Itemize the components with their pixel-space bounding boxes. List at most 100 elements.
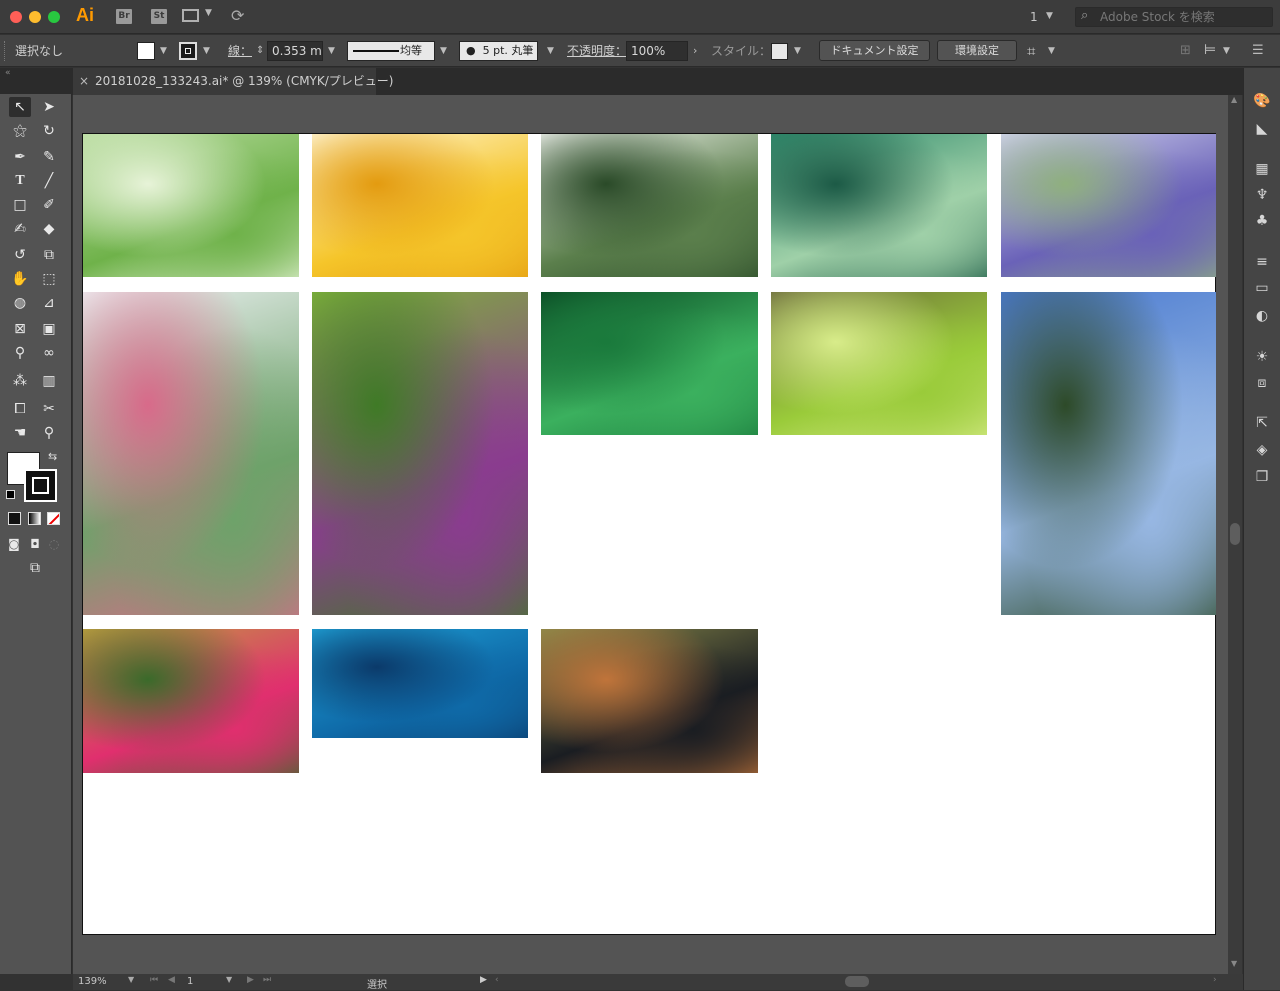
scroll-left-icon[interactable]: ‹ bbox=[495, 975, 499, 985]
opacity-input[interactable]: 100% bbox=[626, 41, 688, 61]
horizontal-scroll-thumb[interactable] bbox=[845, 976, 869, 987]
align-chevron-icon[interactable]: ▼ bbox=[1223, 35, 1230, 67]
chevron-down-icon[interactable]: ▼ bbox=[205, 8, 212, 18]
stroke-color-box[interactable] bbox=[24, 469, 57, 502]
stroke-weight-input[interactable]: 0.353 m bbox=[267, 41, 323, 61]
arrange-chevron-icon[interactable]: ▼ bbox=[1048, 35, 1055, 67]
previous-artboard-icon[interactable]: ◀ bbox=[168, 975, 175, 985]
fill-swatch[interactable] bbox=[137, 42, 155, 60]
transparency-icon[interactable]: ◐ bbox=[1253, 308, 1271, 324]
arrange-documents-icon[interactable] bbox=[182, 9, 199, 22]
layers-icon[interactable]: ◈ bbox=[1253, 442, 1271, 458]
scroll-right-icon[interactable]: › bbox=[1213, 975, 1217, 985]
graphic-styles-icon[interactable]: ⧈ bbox=[1253, 375, 1271, 391]
stroke-weight-chevron-icon[interactable]: ▼ bbox=[328, 35, 335, 67]
lasso-tool-icon[interactable]: ↻ bbox=[38, 121, 60, 141]
stock-search-input[interactable]: Adobe Stock を検索 bbox=[1075, 7, 1273, 27]
paintbrush-tool-icon[interactable]: ✐ bbox=[38, 195, 60, 215]
image-3[interactable] bbox=[541, 134, 758, 277]
image-8[interactable] bbox=[541, 292, 758, 435]
artboard-tool-icon[interactable]: ⧠ bbox=[9, 399, 31, 419]
gradient-tool-icon[interactable]: ▣ bbox=[38, 319, 60, 339]
blend-tool-icon[interactable]: ∞ bbox=[38, 343, 60, 363]
workspace-chevron-icon[interactable]: ▼ bbox=[1046, 11, 1053, 21]
symbols-icon[interactable]: ♣ bbox=[1253, 213, 1271, 229]
stroke-chevron-icon[interactable]: ▼ bbox=[203, 35, 210, 67]
panel-menu-icon[interactable]: ☰ bbox=[1252, 43, 1264, 58]
gradient-mode-icon[interactable] bbox=[28, 512, 41, 525]
document-setup-button[interactable]: ドキュメント設定 bbox=[819, 40, 930, 61]
next-artboard-icon[interactable]: ▶ bbox=[247, 975, 254, 985]
image-5[interactable] bbox=[1001, 134, 1216, 277]
style-swatch[interactable] bbox=[771, 43, 788, 60]
color-panel-icon[interactable]: 🎨 bbox=[1253, 93, 1271, 109]
stroke-profile-select[interactable]: 均等 bbox=[347, 41, 435, 61]
pen-tool-icon[interactable]: ✒ bbox=[9, 147, 31, 167]
image-6[interactable] bbox=[83, 292, 299, 615]
color-mode-icon[interactable] bbox=[8, 512, 21, 525]
swap-colors-icon[interactable]: ⇆ bbox=[48, 450, 57, 463]
style-chevron-icon[interactable]: ▼ bbox=[794, 35, 801, 67]
zoom-window-button[interactable] bbox=[48, 11, 60, 23]
eyedropper-tool-icon[interactable]: ⚲ bbox=[9, 343, 31, 363]
close-tab-icon[interactable]: × bbox=[79, 68, 89, 94]
close-window-button[interactable] bbox=[10, 11, 22, 23]
opacity-arrow-icon[interactable]: › bbox=[693, 35, 697, 67]
workspace-page-number[interactable]: 1 bbox=[1030, 10, 1038, 24]
direct-selection-tool-icon[interactable]: ➤ bbox=[38, 97, 60, 117]
artboard-chevron-icon[interactable]: ▼ bbox=[226, 975, 232, 984]
eraser-tool-icon[interactable]: ◆ bbox=[38, 219, 60, 239]
line-tool-icon[interactable]: ╱ bbox=[38, 171, 60, 191]
artboard-number[interactable]: 1 bbox=[187, 976, 193, 987]
image-9[interactable] bbox=[771, 292, 987, 435]
draw-normal-icon[interactable]: ◙ bbox=[3, 534, 25, 554]
image-11[interactable] bbox=[83, 629, 299, 773]
brush-chevron-icon[interactable]: ▼ bbox=[547, 35, 554, 67]
mesh-tool-icon[interactable]: ⊠ bbox=[9, 319, 31, 339]
stroke-stepper-icon[interactable]: ⇕ bbox=[256, 35, 264, 67]
scroll-up-icon[interactable]: ▲ bbox=[1231, 95, 1237, 104]
align-panel-icon[interactable]: ⊨ bbox=[1204, 42, 1216, 58]
fill-chevron-icon[interactable]: ▼ bbox=[160, 35, 167, 67]
free-transform-tool-icon[interactable]: ⬚ bbox=[38, 269, 60, 289]
none-mode-icon[interactable] bbox=[47, 512, 60, 525]
image-10[interactable] bbox=[1001, 292, 1216, 615]
stroke-swatch[interactable] bbox=[179, 42, 197, 60]
magic-wand-tool-icon[interactable]: ⚝ bbox=[9, 121, 31, 141]
hand-tool-icon[interactable]: ☚ bbox=[9, 423, 31, 443]
selection-tool-icon[interactable]: ↖ bbox=[9, 97, 31, 117]
curvature-tool-icon[interactable]: ✎ bbox=[38, 147, 60, 167]
export-icon[interactable]: ⇱ bbox=[1253, 415, 1271, 431]
image-13[interactable] bbox=[541, 629, 758, 773]
default-colors-icon[interactable] bbox=[6, 490, 15, 499]
appearance-icon[interactable]: ☀ bbox=[1253, 349, 1271, 365]
color-guide-icon[interactable]: ◣ bbox=[1253, 121, 1271, 137]
artboard[interactable] bbox=[82, 133, 1216, 935]
column-graph-tool-icon[interactable]: ▥ bbox=[38, 371, 60, 391]
opacity-label[interactable]: 不透明度： bbox=[567, 35, 627, 67]
shape-builder-tool-icon[interactable]: ◍ bbox=[9, 293, 31, 313]
arrange-icon[interactable]: ⌗ bbox=[1027, 42, 1035, 60]
bridge-button[interactable]: Br bbox=[116, 9, 132, 24]
type-tool-icon[interactable]: T bbox=[9, 171, 31, 191]
image-12[interactable] bbox=[312, 629, 528, 738]
stroke-panel-icon[interactable]: ≡ bbox=[1253, 254, 1271, 270]
document-tab[interactable]: × 20181028_133243.ai* @ 139% (CMYK/プレビュー… bbox=[73, 68, 393, 95]
scale-tool-icon[interactable]: ⧉ bbox=[38, 245, 60, 265]
gradient-panel-icon[interactable]: ▭ bbox=[1253, 280, 1271, 296]
profile-chevron-icon[interactable]: ▼ bbox=[440, 35, 447, 67]
vertical-scroll-thumb[interactable] bbox=[1230, 523, 1240, 545]
perspective-grid-tool-icon[interactable]: ⊿ bbox=[38, 293, 60, 313]
rotate-tool-icon[interactable]: ↺ bbox=[9, 245, 31, 265]
status-menu-icon[interactable]: ▶ bbox=[480, 975, 487, 985]
screen-mode-icon[interactable]: ⧉ bbox=[24, 558, 46, 578]
zoom-level[interactable]: 139% bbox=[78, 976, 107, 987]
warp-tool-icon[interactable]: ✋ bbox=[9, 269, 31, 289]
image-1[interactable] bbox=[83, 134, 299, 277]
last-artboard-icon[interactable]: ⏭ bbox=[263, 975, 271, 985]
first-artboard-icon[interactable]: ⏮ bbox=[150, 975, 158, 985]
vertical-scrollbar[interactable]: ▲ ▼ bbox=[1228, 95, 1242, 974]
slice-tool-icon[interactable]: ✂ bbox=[38, 399, 60, 419]
swatches-icon[interactable]: ▦ bbox=[1253, 161, 1271, 177]
zoom-chevron-icon[interactable]: ▼ bbox=[128, 975, 134, 984]
